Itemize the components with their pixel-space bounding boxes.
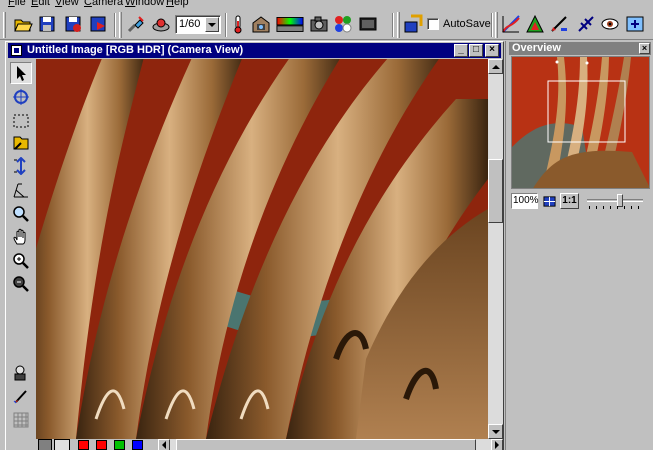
marquee-select-icon[interactable] [10,110,32,132]
slider-tick [603,206,604,209]
zoom-slider[interactable] [587,194,643,207]
sharpen-icon[interactable] [548,13,570,35]
red-channel-swatch[interactable] [96,440,107,450]
zoom-in-icon[interactable] [10,250,32,272]
save-settings-icon[interactable] [62,13,84,35]
slider-tick [610,206,611,209]
overview-fork-image [512,57,649,188]
image-canvas[interactable] [36,59,488,439]
close-button[interactable]: × [485,44,499,57]
slider-tick [631,206,632,209]
shutter-speed-value: 1/60 [179,18,201,30]
toolbar-separator [491,13,493,37]
slider-tick [589,206,590,209]
maximize-button[interactable]: □ [469,44,483,57]
color-balance-icon[interactable] [524,13,546,35]
menu-bar: File Edit View Camera Window Help [0,0,653,9]
menu-help[interactable]: Help [166,0,189,8]
overview-controls: 100% 1:1 [511,192,650,210]
red-swatch[interactable] [78,440,89,450]
open-folder-icon[interactable] [12,13,34,35]
zoom-out-icon[interactable] [10,273,32,295]
shutter-speed-select[interactable]: 1/60 [175,15,221,34]
scroll-right-button[interactable] [491,439,503,450]
autosave-checkbox[interactable] [427,18,439,30]
camera-thumb-icon[interactable] [38,439,52,450]
fit-window-icon[interactable] [542,194,557,208]
scroll-up-button[interactable] [488,59,503,74]
curves-icon[interactable] [500,13,522,35]
menu-file[interactable]: File [8,0,26,8]
gradient-icon[interactable] [275,13,305,35]
menu-camera[interactable]: Camera [84,0,123,8]
toolbar-grip[interactable] [397,12,400,38]
toolbar-separator [392,13,394,37]
overview-titlebar[interactable]: Overview × [509,42,651,55]
menu-edit[interactable]: Edit [31,0,50,8]
perspective-icon[interactable] [10,179,32,201]
grid-icon[interactable] [10,409,32,431]
scroll-down-button[interactable] [488,424,503,439]
hand-pan-icon[interactable] [10,226,32,248]
vertical-resize-icon[interactable] [10,155,32,177]
pointer-icon[interactable] [10,62,32,84]
info-icon[interactable] [624,13,646,35]
rgb-channels-icon[interactable] [332,13,354,35]
magic-wand-icon[interactable] [10,132,32,154]
slider-tick [638,206,639,209]
vertical-scroll-thumb[interactable] [488,159,503,223]
overview-thumbnail[interactable] [511,56,650,189]
main-toolbar: 1/60 AutoSave [0,9,653,40]
crosshair-target-icon[interactable] [10,86,32,108]
scroll-left-button[interactable] [158,439,170,450]
vertical-scrollbar[interactable] [488,59,503,439]
layers-icon[interactable] [10,362,32,384]
menu-window[interactable]: Window [125,0,164,8]
save-red-icon[interactable] [87,13,109,35]
slider-tick [624,206,625,209]
document-window: Untitled Image [RGB HDR] (Camera View) _… [5,41,504,450]
green-channel-swatch[interactable] [114,440,125,450]
overview-panel: Overview × 100% 1:1 [505,41,653,450]
settings-icon[interactable] [402,13,424,35]
slider-tick [617,206,618,209]
close-icon[interactable]: × [639,43,650,54]
actual-size-button[interactable]: 1:1 [560,193,579,209]
fork-photo [36,59,488,439]
horizontal-scroll-thumb[interactable] [176,439,476,450]
pen-icon[interactable] [10,385,32,407]
tool-palette [8,60,34,450]
toolbar-separator [114,13,116,37]
chevron-down-icon[interactable] [205,17,219,32]
blue-channel-swatch[interactable] [132,440,143,450]
thermometer-icon[interactable] [227,13,249,35]
zoom-icon[interactable] [10,203,32,225]
window-menu-icon[interactable] [11,45,22,56]
autosave-label: AutoSave [443,18,491,30]
toolbar-grip[interactable] [3,12,6,38]
horizontal-scrollbar[interactable] [158,439,503,450]
capture-icon[interactable] [150,13,172,35]
autosave-toggle[interactable]: AutoSave [427,18,491,30]
document-statusbar [36,439,503,450]
toolbar-grip[interactable] [119,12,122,38]
toolbar-grip[interactable] [495,12,498,38]
channel-mode-icon[interactable] [54,439,70,450]
overview-title: Overview [512,42,561,54]
minimize-button[interactable]: _ [454,44,468,57]
document-title: Untitled Image [RGB HDR] (Camera View) [27,44,244,56]
eye-icon[interactable] [599,13,621,35]
save-icon[interactable] [36,13,58,35]
zoom-level-field[interactable]: 100% [511,193,539,209]
camera-house-icon[interactable] [250,13,272,35]
preview-icon[interactable] [357,13,379,35]
slider-tick [596,206,597,209]
compare-icon[interactable] [575,13,597,35]
document-titlebar[interactable]: Untitled Image [RGB HDR] (Camera View) _… [8,43,501,58]
camera-icon[interactable] [308,13,330,35]
menu-view[interactable]: View [55,0,79,8]
camera-connect-icon[interactable] [125,13,147,35]
